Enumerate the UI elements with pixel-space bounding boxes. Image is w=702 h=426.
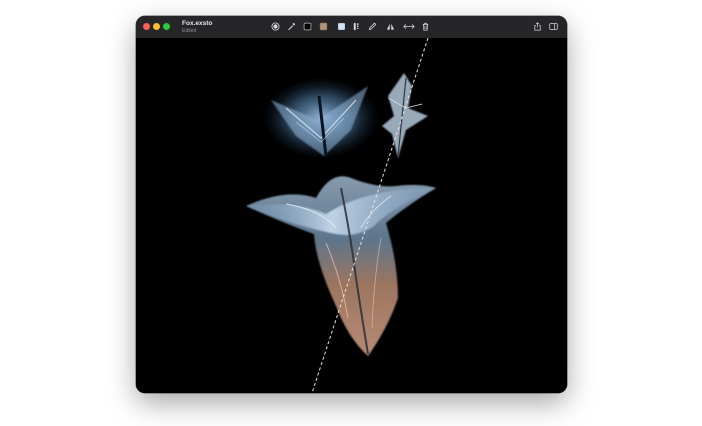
eyedropper-icon: [288, 22, 296, 31]
sidebar-toggle-button[interactable]: [548, 21, 559, 32]
brush-size-button[interactable]: [351, 21, 362, 32]
document-status: Edited: [182, 28, 197, 34]
spiky-creature-shape: [382, 73, 428, 158]
share-button[interactable]: [532, 21, 543, 32]
document-title[interactable]: Fox.exsto: [182, 20, 212, 27]
brush-size-icon: [353, 22, 359, 31]
color-swatch-black[interactable]: [302, 21, 313, 32]
color-swatch-tan[interactable]: [318, 21, 329, 32]
resize-arrows-icon: [403, 24, 415, 29]
drawing-canvas[interactable]: [136, 38, 567, 393]
minimize-window-button[interactable]: [153, 23, 160, 30]
resize-button[interactable]: [402, 21, 416, 32]
maximize-window-button[interactable]: [163, 23, 170, 30]
brush-tip-button[interactable]: [270, 21, 281, 32]
pen-tool-button[interactable]: [367, 21, 378, 32]
color-swatch-lightblue[interactable]: [336, 21, 347, 32]
share-icon: [534, 22, 541, 31]
main-body-shape: [246, 176, 436, 356]
sidebar-toggle-icon: [549, 23, 558, 30]
artwork: [246, 38, 436, 393]
color-swatch-lightblue-icon: [338, 23, 345, 30]
symmetry-icon: [386, 23, 395, 30]
symmetry-button[interactable]: [385, 21, 396, 32]
app-window: Fox.exsto Edited: [136, 16, 567, 393]
trash-icon: [422, 22, 429, 31]
brush-tip-icon: [271, 22, 280, 31]
color-swatch-black-icon: [303, 22, 312, 31]
delete-button[interactable]: [420, 21, 431, 32]
title-bar: Fox.exsto Edited: [136, 16, 567, 39]
close-window-button[interactable]: [143, 23, 150, 30]
pen-tool-icon: [368, 22, 377, 31]
top-fan-shape: [261, 76, 381, 160]
eyedropper-button[interactable]: [286, 21, 297, 32]
color-swatch-tan-icon: [319, 22, 328, 31]
